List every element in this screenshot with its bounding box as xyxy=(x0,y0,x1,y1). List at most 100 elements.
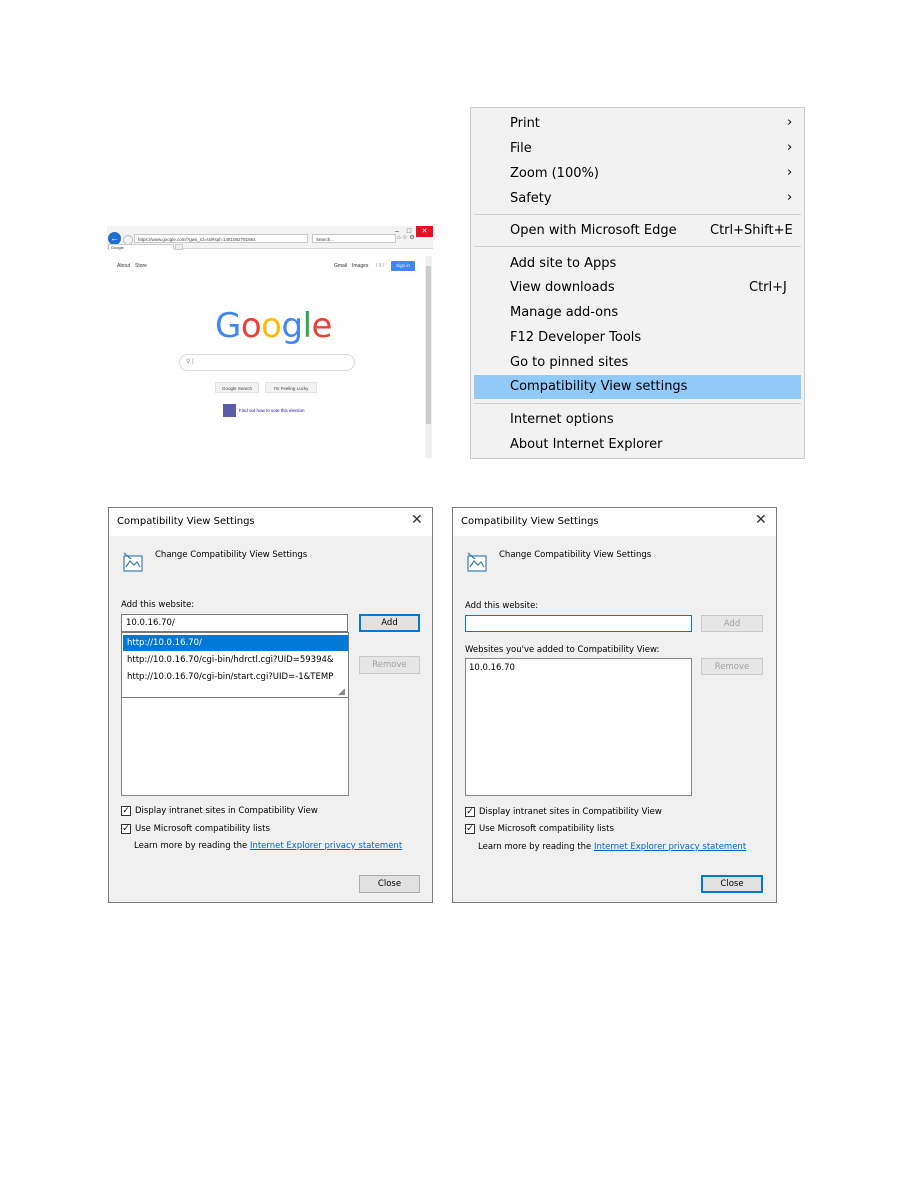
sign-in-button[interactable]: Sign in xyxy=(391,261,415,271)
ms-lists-checkbox[interactable]: ✓ xyxy=(465,824,475,834)
learn-more-text: Learn more by reading the Internet Explo… xyxy=(478,842,746,852)
menu-item-open-edge[interactable]: Open with Microsoft Edge Ctrl+Shift+E xyxy=(474,219,801,243)
autocomplete-item[interactable]: http://10.0.16.70/cgi-bin/hdrctl.cgi?UID… xyxy=(123,652,348,668)
browser-tab[interactable]: Google xyxy=(108,244,174,250)
autocomplete-dropdown[interactable]: http://10.0.16.70/ http://10.0.16.70/cgi… xyxy=(121,632,349,698)
autocomplete-item[interactable]: http://10.0.16.70/cgi-bin/start.cgi?UID=… xyxy=(123,669,348,685)
add-website-label: Add this website: xyxy=(121,600,195,610)
close-icon[interactable]: ✕ xyxy=(755,512,767,528)
menu-item-label: Compatibility View settings xyxy=(510,379,688,394)
menu-item-print[interactable]: Print › xyxy=(474,112,801,136)
menu-item-add-site-apps[interactable]: Add site to Apps xyxy=(474,252,801,276)
google-search-input[interactable]: ⚲ | xyxy=(179,354,355,371)
menu-separator xyxy=(474,214,801,215)
menu-item-view-downloads[interactable]: View downloads Ctrl+J xyxy=(474,276,801,300)
apps-grid-icon[interactable]: ∷∷ xyxy=(376,262,384,269)
logo-letter: o xyxy=(261,306,282,346)
nav-link-about[interactable]: About xyxy=(117,263,130,269)
vote-link[interactable]: Find out how to vote this election xyxy=(239,408,305,413)
address-bar[interactable]: https://www.google.com/?gws_rd=ssl#spf=1… xyxy=(134,234,308,243)
menu-separator xyxy=(474,403,801,404)
menu-item-label: Open with Microsoft Edge xyxy=(510,223,677,238)
google-search-button[interactable]: Google Search xyxy=(215,382,259,393)
add-button[interactable]: Add xyxy=(359,614,420,632)
menu-item-compat-view[interactable]: Compatibility View settings xyxy=(474,375,801,399)
menu-separator xyxy=(474,246,801,247)
chevron-right-icon: › xyxy=(787,140,793,155)
chevron-right-icon: › xyxy=(787,115,793,130)
search-icon: ⚲ xyxy=(186,359,191,365)
vote-icon xyxy=(223,404,236,417)
compatibility-icon xyxy=(123,552,143,572)
list-item[interactable]: 10.0.16.70 xyxy=(469,663,515,673)
menu-item-label: View downloads xyxy=(510,280,615,295)
menu-item-f12-tools[interactable]: F12 Developer Tools xyxy=(474,326,801,350)
menu-item-file[interactable]: File › xyxy=(474,137,801,161)
close-icon[interactable]: ✕ xyxy=(411,512,423,528)
compat-dialog-left: Compatibility View Settings ✕ Change Com… xyxy=(108,507,433,903)
dialog-title: Compatibility View Settings xyxy=(117,516,255,527)
chevron-right-icon: › xyxy=(787,190,793,205)
learn-more-prefix: Learn more by reading the xyxy=(478,842,592,852)
privacy-statement-link[interactable]: Internet Explorer privacy statement xyxy=(594,842,746,852)
logo-letter: l xyxy=(302,306,312,346)
menu-item-shortcut: Ctrl+Shift+E xyxy=(710,223,793,238)
dialog-heading: Change Compatibility View Settings xyxy=(155,550,308,560)
chevron-right-icon: › xyxy=(787,165,793,180)
learn-more-prefix: Learn more by reading the xyxy=(134,841,248,851)
remove-button: Remove xyxy=(359,656,420,674)
menu-item-pinned-sites[interactable]: Go to pinned sites xyxy=(474,351,801,375)
learn-more-text: Learn more by reading the Internet Explo… xyxy=(134,841,402,851)
nav-link-gmail[interactable]: Gmail xyxy=(334,263,347,269)
add-website-label: Add this website: xyxy=(465,601,539,611)
dialog-title: Compatibility View Settings xyxy=(461,516,599,527)
search-box[interactable]: Search... xyxy=(312,234,396,243)
menu-item-zoom[interactable]: Zoom (100%) › xyxy=(474,162,801,186)
new-tab-button[interactable] xyxy=(175,244,183,250)
add-button: Add xyxy=(701,615,763,632)
intranet-checkbox[interactable]: ✓ xyxy=(465,807,475,817)
menu-item-internet-options[interactable]: Internet options xyxy=(474,408,801,432)
autocomplete-item[interactable]: http://10.0.16.70/ xyxy=(123,635,348,651)
menu-item-safety[interactable]: Safety › xyxy=(474,187,801,211)
logo-letter: g xyxy=(281,306,303,346)
ms-lists-checkbox-label[interactable]: Use Microsoft compatibility lists xyxy=(135,824,270,834)
logo-letter: o xyxy=(240,306,262,346)
resize-grip-icon[interactable]: ◢ xyxy=(338,687,345,697)
intranet-checkbox[interactable]: ✓ xyxy=(121,806,131,816)
close-button[interactable]: Close xyxy=(701,875,763,893)
intranet-checkbox-label[interactable]: Display intranet sites in Compatibility … xyxy=(135,806,318,816)
menu-item-label: Manage add-ons xyxy=(510,305,619,320)
menu-item-label: Internet options xyxy=(510,412,614,427)
menu-item-label: About Internet Explorer xyxy=(510,437,663,452)
menu-item-label: Print xyxy=(510,116,540,131)
close-button[interactable]: Close xyxy=(359,875,420,893)
add-website-input[interactable] xyxy=(465,615,692,632)
dialog-heading: Change Compatibility View Settings xyxy=(499,550,652,560)
logo-letter: e xyxy=(311,306,333,346)
menu-item-label: Add site to Apps xyxy=(510,256,617,271)
logo-letter: G xyxy=(215,306,241,346)
menu-item-label: Zoom (100%) xyxy=(510,166,599,181)
add-website-input[interactable]: 10.0.16.70/ xyxy=(121,614,348,632)
ms-lists-checkbox-label[interactable]: Use Microsoft compatibility lists xyxy=(479,824,614,834)
nav-link-store[interactable]: Store xyxy=(135,263,147,269)
intranet-checkbox-label[interactable]: Display intranet sites in Compatibility … xyxy=(479,807,662,817)
websites-list[interactable]: 10.0.16.70 xyxy=(465,658,692,796)
nav-link-images[interactable]: Images xyxy=(352,263,368,269)
scrollbar-thumb[interactable] xyxy=(426,266,431,424)
sites-added-label: Websites you've added to Compatibility V… xyxy=(465,645,660,655)
menu-item-label: F12 Developer Tools xyxy=(510,330,642,345)
toolbar-icons[interactable]: ⌂ ☆ ⚙ xyxy=(397,235,431,242)
remove-button: Remove xyxy=(701,658,763,675)
privacy-statement-link[interactable]: Internet Explorer privacy statement xyxy=(250,841,402,851)
menu-item-label: Go to pinned sites xyxy=(510,355,629,370)
menu-item-about-ie[interactable]: About Internet Explorer xyxy=(474,433,801,457)
tools-menu: Print › File › Zoom (100%) › Safety › Op… xyxy=(470,107,805,459)
menu-item-manage-addons[interactable]: Manage add-ons xyxy=(474,301,801,325)
feeling-lucky-button[interactable]: I'm Feeling Lucky xyxy=(265,382,317,393)
menu-item-label: Safety xyxy=(510,191,552,206)
browser-window: ← https://www.google.com/?gws_rd=ssl#spf… xyxy=(107,226,433,460)
menu-item-shortcut: Ctrl+J xyxy=(749,280,787,295)
ms-lists-checkbox[interactable]: ✓ xyxy=(121,824,131,834)
